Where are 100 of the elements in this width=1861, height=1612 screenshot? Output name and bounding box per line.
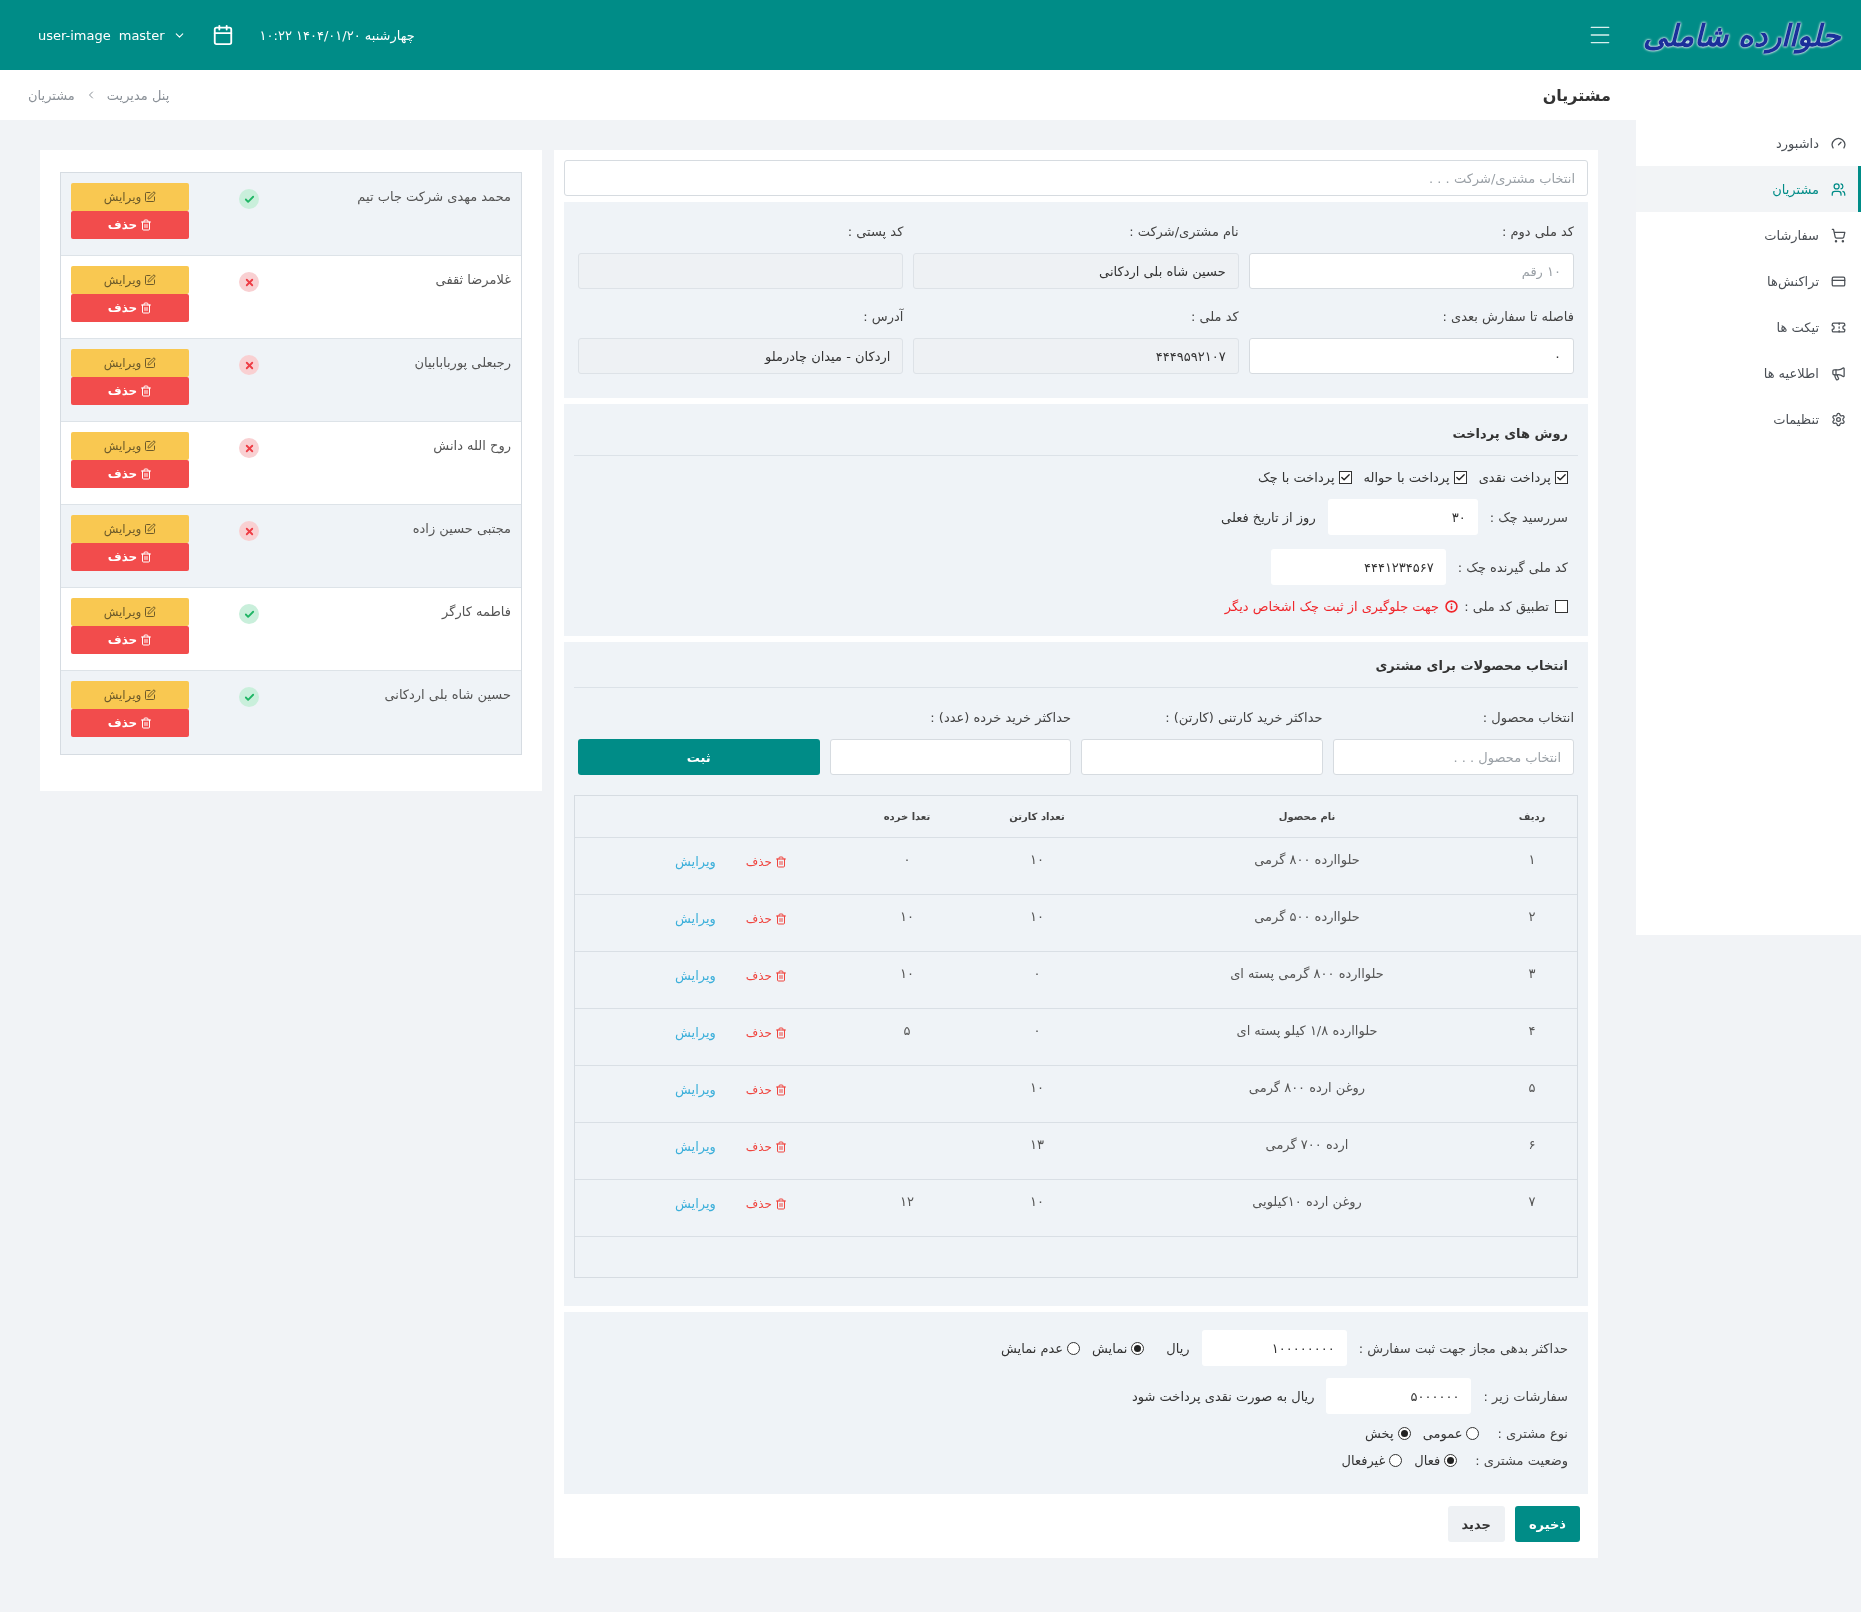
trash-icon [140,717,153,729]
delete-button[interactable]: حذف [71,211,189,239]
radio-label: نمایش [1092,1340,1128,1356]
checkbox[interactable] [1453,471,1467,484]
customer-name: روح الله دانش [432,437,511,456]
input-field[interactable]: ۴۴۴۱۲۳۴۵۶۷ [1270,549,1446,585]
input-field[interactable] [1081,739,1323,775]
table-cell-text: حلواارده ۸۰۰ گرمی پسته ای [1229,965,1385,981]
delete-link[interactable]: حذف [745,968,787,983]
input-field[interactable]: انتخاب محصول . . . [1332,739,1574,775]
action-button[interactable]: ذخیره [1514,1506,1580,1542]
input-field[interactable]: ۳۰ [1327,499,1478,535]
delete-link[interactable]: حذف [745,1025,787,1040]
checkbox[interactable] [1338,471,1352,484]
customer-name: حسین شاه بلی اردکانی [383,686,511,705]
customer-row[interactable]: حسین شاه بلی اردکانی ویرایش حذف [61,671,521,754]
edit-button[interactable]: ویرایش [71,349,189,377]
edit-button[interactable]: ویرایش [71,432,189,460]
input-field[interactable]: ۱۰ رقم [1248,253,1574,289]
delete-link[interactable]: حذف [745,1139,787,1154]
table-cell-text: ۰ [902,851,912,867]
trash-icon [775,912,787,925]
edit-link[interactable]: ویرایش [674,1196,716,1211]
customer-select[interactable]: انتخاب مشتری/شرکت . . . [564,160,1588,196]
radio-button[interactable] [1444,1454,1458,1467]
sidebar-item[interactable]: اطلاعیه ها [1636,350,1861,396]
pencil-icon [144,606,157,618]
radio-button[interactable] [1466,1427,1480,1440]
input-field[interactable]: ۰ [1248,338,1574,374]
breadcrumb-link[interactable]: مشتریان [28,87,75,103]
breadcrumb-link[interactable]: پنل مدیریت [106,87,170,103]
table-cell-text: ۰ [1032,1022,1042,1038]
delete-link[interactable]: حذف [745,854,787,869]
edit-link[interactable]: ویرایش [674,1139,716,1154]
section-title: روش های پرداخت [574,420,1578,456]
delete-button[interactable]: حذف [71,709,189,737]
radio-button[interactable] [1389,1454,1403,1467]
delete-button[interactable]: حذف [71,460,189,488]
checkbox-label: پرداخت با چک [1258,470,1335,485]
delete-button[interactable]: حذف [71,626,189,654]
table-cell-text: ۱۰ [899,908,915,924]
sidebar-item[interactable]: داشبورد [1636,120,1861,166]
edit-button[interactable]: ویرایش [71,266,189,294]
field-label: کد ملی : [1189,309,1239,324]
table-cell-text: حلواارده ۱/۸ کیلو پسته ای [1235,1022,1379,1038]
trash-icon [140,551,153,563]
sidebar-item[interactable]: سفارشات [1636,212,1861,258]
edit-link[interactable]: ویرایش [674,911,716,926]
field-suffix: روز از تاریخ فعلی [1221,509,1316,525]
column-header: ردیف [1517,811,1547,822]
sidebar-item[interactable]: تنظیمات [1636,396,1861,442]
edit-button[interactable]: ویرایش [71,183,189,211]
edit-link[interactable]: ویرایش [674,854,716,869]
delete-link[interactable]: حذف [745,1082,787,1097]
sidebar-item[interactable]: مشتریان [1636,166,1861,212]
pencil-icon [144,440,157,452]
submit-button[interactable]: ثبت [578,739,820,775]
pencil-icon [144,357,157,369]
delete-button[interactable]: حذف [71,377,189,405]
delete-link[interactable]: حذف [745,1196,787,1211]
edit-link[interactable]: ویرایش [674,968,716,983]
edit-link[interactable]: ویرایش [674,1082,716,1097]
trash-icon [775,969,787,982]
user-menu[interactable]: user-image master [38,27,186,43]
radio-button[interactable] [1397,1427,1411,1440]
radio-label: پخش [1365,1426,1394,1441]
radio-button[interactable] [1067,1341,1081,1355]
radio-button[interactable] [1131,1341,1145,1355]
edit-button[interactable]: ویرایش [71,515,189,543]
customer-row[interactable]: رجبعلی پوربابابیان ویرایش حذف [61,339,521,422]
section-title: انتخاب محصولات برای مشتری [574,652,1578,688]
gauge-icon [1831,135,1846,151]
customer-row[interactable]: مجتبی حسین زاده ویرایش حذف [61,505,521,588]
sidebar-item[interactable]: تیکت ها [1636,304,1861,350]
edit-button[interactable]: ویرایش [71,598,189,626]
checkbox[interactable] [1555,471,1568,484]
edit-link[interactable]: ویرایش [674,1025,716,1040]
input-field[interactable] [829,739,1071,775]
table-cell-text: ۱۰ [1029,1079,1045,1095]
pencil-icon [144,274,157,286]
customer-row[interactable]: محمد مهدی شرکت جاب تیم ویرایش حذف [61,173,521,256]
field-label: نوع مشتری : [1497,1426,1568,1441]
delete-button[interactable]: حذف [71,294,189,322]
table-cell-text: ۵ [902,1022,912,1038]
pencil-icon [144,523,157,535]
delete-button[interactable]: حذف [71,543,189,571]
field-label: فاصله تا سفارش بعدی : [1441,309,1574,324]
field-label: آدرس : [862,309,904,324]
input-field[interactable]: ۵۰۰۰۰۰۰ [1326,1378,1472,1414]
field-label: کد ملی دوم : [1501,224,1574,239]
checkbox-label: تطبیق کد ملی : [1464,599,1549,614]
delete-link[interactable]: حذف [745,911,787,926]
sidebar-item[interactable]: تراکنش‌ها [1636,258,1861,304]
edit-button[interactable]: ویرایش [71,681,189,709]
checkbox[interactable] [1555,600,1568,613]
unit-label: ریال [1166,1340,1190,1356]
logo: حلواارده شاملی [1641,17,1842,53]
table-cell-text: ۰ [1032,965,1042,981]
input-field[interactable]: ۱۰۰۰۰۰۰۰۰ [1201,1330,1347,1366]
action-button[interactable]: جدید [1447,1506,1505,1542]
